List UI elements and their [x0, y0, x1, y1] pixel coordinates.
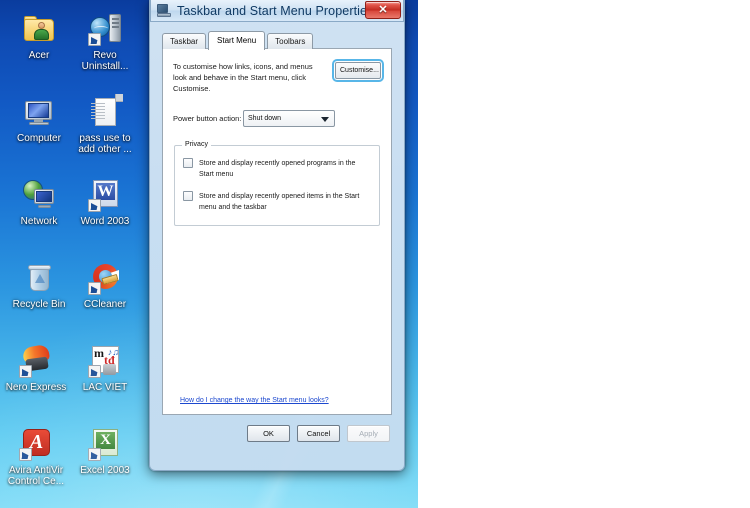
tab-taskbar[interactable]: Taskbar: [162, 33, 207, 49]
customise-description-row: To customise how links, icons, and menus…: [163, 49, 391, 94]
desktop-icon-label: Nero Express: [5, 382, 67, 393]
ok-button[interactable]: OK: [247, 425, 290, 442]
desktop-icon-label: Recycle Bin: [12, 299, 66, 310]
checkbox-label: Store and display recently opened progra…: [199, 160, 356, 178]
tab-toolbars[interactable]: Toolbars: [267, 33, 314, 49]
desktop-icon-computer[interactable]: Computer: [4, 95, 74, 144]
cancel-button[interactable]: Cancel: [297, 425, 340, 442]
checkbox-store-recent-programs[interactable]: [183, 158, 193, 168]
power-button-action-row: Power button action: Shut down: [163, 94, 391, 127]
desktop-icon-label: Revo Uninstall...: [81, 50, 129, 72]
desktop-icon-label: CCleaner: [83, 299, 127, 310]
computer-icon: [22, 95, 56, 129]
desktop-icon-ccleaner[interactable]: CCleaner: [70, 261, 140, 310]
nero-express-icon: [19, 343, 53, 378]
screen: Acer Revo Uninstall... Computer pass use…: [0, 0, 750, 508]
privacy-group-box: Privacy Store and display recently opene…: [174, 141, 380, 226]
desktop-icon-label: Acer: [28, 50, 50, 61]
customise-description: To customise how links, icons, and menus…: [173, 62, 313, 93]
desktop-icon-pass-use-to-add-other[interactable]: pass use to add other ...: [70, 94, 140, 155]
desktop-icon-label: LAC VIET: [82, 382, 128, 393]
dialog-titlebar[interactable]: Taskbar and Start Menu Properties ✕: [150, 0, 404, 22]
desktop-icon-label: Word 2003: [80, 216, 130, 227]
desktop-icon-label: Avira AntiVir Control Ce...: [7, 465, 65, 487]
customise-button[interactable]: Customise...: [332, 59, 384, 82]
revo-uninstaller-icon: [88, 12, 122, 46]
microsoft-word-icon: W: [88, 178, 122, 212]
start-menu-tab-panel: To customise how links, icons, and menus…: [162, 48, 392, 415]
desktop-icon-lac-viet[interactable]: ♪♫ m tđ LAC VIET: [70, 344, 140, 393]
dialog-title: Taskbar and Start Menu Properties: [177, 3, 374, 18]
text-document-icon: [88, 94, 123, 129]
power-button-action-value: Shut down: [248, 115, 282, 122]
desktop-icon-excel-2003[interactable]: X Excel 2003: [70, 427, 140, 476]
microsoft-excel-icon: X: [88, 427, 122, 461]
network-icon: [22, 178, 56, 212]
folder-user-icon: [22, 12, 56, 46]
taskbar-icon: [157, 3, 172, 18]
dialog-button-bar: OK Cancel Apply: [156, 415, 398, 442]
chevron-down-icon: [321, 117, 329, 122]
close-icon[interactable]: ✕: [365, 1, 401, 19]
desktop-icon-avira-antivir[interactable]: A Avira AntiVir Control Ce...: [1, 427, 71, 487]
privacy-checkbox-row[interactable]: Store and display recently opened progra…: [183, 158, 371, 180]
desktop-icon-recycle-bin[interactable]: Recycle Bin: [4, 261, 74, 310]
power-button-action-label: Power button action:: [173, 114, 242, 123]
recycle-bin-icon: [22, 261, 56, 295]
desktop-icon-label: Excel 2003: [80, 465, 130, 476]
desktop-icon-label: Computer: [17, 133, 61, 144]
avira-antivir-icon: A: [19, 427, 53, 461]
privacy-legend: Privacy: [182, 141, 211, 148]
tab-start-menu[interactable]: Start Menu: [208, 31, 266, 50]
desktop-icon-word-2003[interactable]: W Word 2003: [70, 178, 140, 227]
checkbox-label: Store and display recently opened items …: [199, 193, 360, 211]
lac-viet-icon: ♪♫ m tđ: [88, 344, 122, 378]
tab-strip: Taskbar Start Menu Toolbars: [162, 31, 398, 50]
desktop-icon-revo-uninstaller[interactable]: Revo Uninstall...: [70, 12, 140, 72]
power-button-action-select[interactable]: Shut down: [243, 110, 335, 127]
taskbar-start-menu-properties-dialog: Taskbar and Start Menu Properties ✕ Task…: [149, 0, 405, 471]
desktop-icon-label: Network: [20, 216, 58, 227]
checkbox-store-recent-items[interactable]: [183, 191, 193, 201]
ccleaner-icon: [88, 261, 122, 295]
apply-button: Apply: [347, 425, 390, 442]
privacy-checkbox-row[interactable]: Store and display recently opened items …: [183, 191, 371, 213]
desktop-icon-nero-express[interactable]: Nero Express: [1, 343, 71, 393]
desktop-icon-label: pass use to add other ...: [78, 133, 132, 155]
help-link-start-menu-looks[interactable]: How do I change the way the Start menu l…: [180, 397, 329, 404]
desktop-icon-acer[interactable]: Acer: [4, 12, 74, 61]
desktop-icon-network[interactable]: Network: [4, 178, 74, 227]
